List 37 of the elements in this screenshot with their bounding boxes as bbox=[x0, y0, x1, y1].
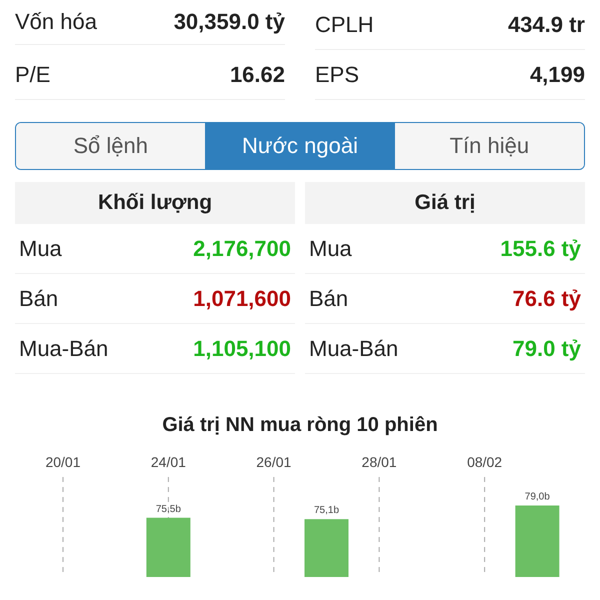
bar bbox=[146, 518, 190, 577]
stat-label: CPLH bbox=[315, 12, 374, 38]
row-label: Mua-Bán bbox=[19, 336, 108, 362]
row-value: 79.0 tỷ bbox=[512, 336, 581, 362]
bar bbox=[304, 519, 348, 577]
row-label: Mua-Bán bbox=[309, 336, 398, 362]
row-value: 1,071,600 bbox=[193, 286, 291, 312]
x-tick-label: 08/02 bbox=[467, 454, 502, 470]
stat-value: 16.62 bbox=[230, 62, 285, 88]
row-label: Bán bbox=[19, 286, 58, 312]
row-value: 76.6 tỷ bbox=[512, 286, 581, 312]
stat-label: EPS bbox=[315, 62, 360, 88]
x-tick-label: 20/01 bbox=[45, 454, 81, 470]
column-header: Khối lượng bbox=[15, 182, 295, 224]
stat-label: Vốn hóa bbox=[15, 9, 97, 35]
stat-label: P/E bbox=[15, 62, 50, 88]
stat-value: 434.9 tr bbox=[508, 12, 585, 38]
tab[interactable]: Tín hiệu bbox=[394, 123, 584, 169]
bar-value-label: 75,1b bbox=[314, 505, 340, 516]
row-value: 1,105,100 bbox=[193, 336, 291, 362]
row-label: Bán bbox=[309, 286, 348, 312]
stat-value: 4,199 bbox=[530, 62, 585, 88]
stat-value: 30,359.0 tỷ bbox=[174, 9, 285, 35]
x-tick-label: 24/01 bbox=[150, 454, 186, 470]
column-header: Giá trị bbox=[305, 182, 585, 224]
bar bbox=[515, 506, 560, 577]
row-value: 155.6 tỷ bbox=[500, 236, 581, 262]
bar-value-label: 75,5b bbox=[156, 504, 181, 515]
tab[interactable]: Nước ngoài bbox=[205, 123, 395, 169]
x-tick-label: 26/01 bbox=[256, 454, 292, 470]
row-label: Mua bbox=[309, 236, 352, 262]
tab[interactable]: Sổ lệnh bbox=[16, 123, 206, 169]
chart-title: Giá trị NN mua ròng 10 phiên bbox=[161, 414, 439, 437]
row-value: 2,176,700 bbox=[193, 236, 291, 262]
x-tick-label: 28/01 bbox=[362, 454, 397, 470]
bar-value-label: 79,0b bbox=[524, 492, 550, 502]
row-label: Mua bbox=[19, 236, 62, 262]
